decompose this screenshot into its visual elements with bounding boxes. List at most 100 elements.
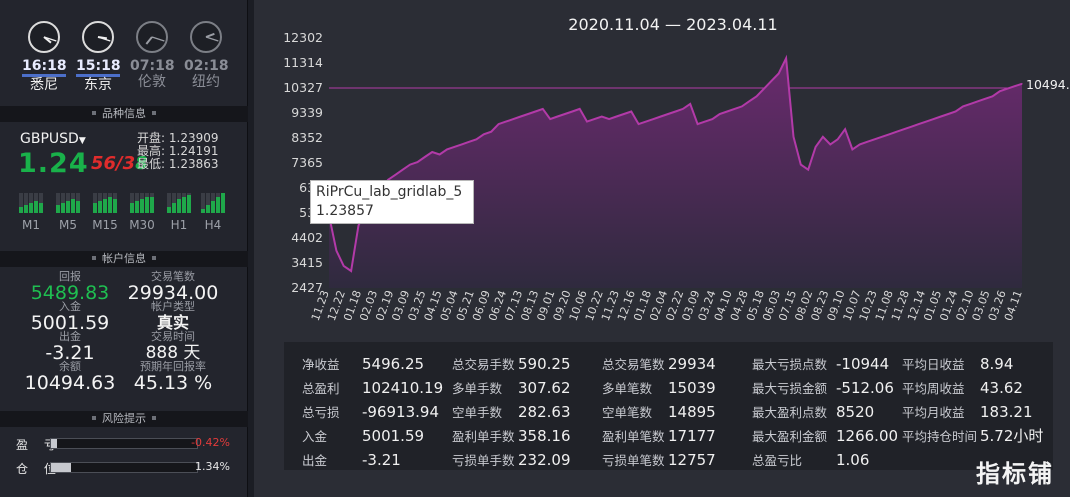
timeframe-h1[interactable]: H1 bbox=[166, 191, 192, 232]
risk-position: 仓 位 1.34% bbox=[16, 460, 230, 476]
equity-point bbox=[652, 118, 654, 120]
stats-row: 总交易手数 590.25 bbox=[452, 352, 571, 376]
equity-point bbox=[785, 57, 787, 59]
timeframe-strength: M1 M5 M15 M30 H1 H4 bbox=[18, 191, 228, 233]
stats-value: 232.09 bbox=[518, 451, 571, 469]
strength-bar bbox=[113, 199, 117, 213]
equity-point bbox=[851, 148, 854, 151]
timeframe-m15[interactable]: M15 bbox=[92, 191, 118, 232]
equity-point bbox=[402, 169, 404, 171]
strength-bar bbox=[39, 203, 43, 213]
timeframe-m1[interactable]: M1 bbox=[18, 191, 44, 232]
stats-value: -512.06 bbox=[836, 379, 894, 397]
equity-point bbox=[682, 108, 684, 110]
stats-value: -96913.94 bbox=[362, 403, 439, 421]
equity-point bbox=[881, 136, 883, 138]
equity-point bbox=[438, 153, 441, 156]
section-header-risk: 风险提示 bbox=[0, 411, 248, 427]
equity-point bbox=[704, 120, 706, 123]
stats-row: 出金 -3.21 bbox=[302, 448, 443, 472]
equity-point bbox=[601, 115, 603, 118]
equity-point bbox=[549, 118, 551, 120]
timeframe-m5[interactable]: M5 bbox=[55, 191, 81, 232]
stats-label: 平均持仓时间 bbox=[902, 429, 978, 444]
y-tick-label: 4402 bbox=[291, 230, 323, 245]
account-withdraw: 出金 -3.21 bbox=[45, 330, 95, 364]
risk-position-bar bbox=[50, 462, 198, 473]
stats-row: 多单笔数 15039 bbox=[602, 376, 716, 400]
stats-label: 出金 bbox=[302, 453, 328, 468]
equity-point bbox=[969, 103, 971, 105]
stats-row: 亏损单笔数 12757 bbox=[602, 448, 716, 472]
stats-value: 12757 bbox=[668, 451, 716, 469]
stats-value: 102410.19 bbox=[362, 379, 444, 397]
clock-sydney: 16:18 悉尼 bbox=[22, 20, 67, 93]
equity-panel: 2020.11.04 — 2023.04.11 12302 11314 10327 9… bbox=[254, 0, 1070, 497]
clock-newyork: 02:18 纽约 bbox=[184, 20, 229, 90]
equity-point bbox=[829, 143, 831, 145]
timeframe-h4[interactable]: H4 bbox=[200, 191, 226, 232]
strength-bar bbox=[98, 201, 102, 213]
clock-icon bbox=[136, 21, 168, 53]
account-trade-time: 交易时间 888 天 bbox=[145, 330, 201, 364]
stats-row: 平均日收益 8.94 bbox=[902, 352, 1043, 376]
clock-time: 16:18 bbox=[22, 59, 67, 77]
left-panel: 16:18 悉尼 15:18 东京 07:18 伦敦 02:18 纽约 品种信息… bbox=[0, 0, 248, 497]
strength-bar bbox=[140, 199, 144, 213]
y-tick-label: 3415 bbox=[291, 255, 323, 270]
stats-label: 多单手数 bbox=[452, 381, 503, 396]
stats-row: 入金 5001.59 bbox=[302, 424, 443, 448]
clock-city: 悉尼 bbox=[30, 77, 58, 93]
stats-label: 总交易手数 bbox=[452, 357, 515, 372]
strength-bar bbox=[135, 201, 139, 213]
risk-profit-loss: 盈 亏 -0.42% bbox=[16, 436, 230, 452]
strength-bar bbox=[19, 207, 23, 213]
equity-point bbox=[357, 224, 360, 226]
stats-row: 空单手数 282.63 bbox=[452, 400, 571, 424]
symbol-selector[interactable]: GBPUSD▼ bbox=[20, 131, 86, 147]
equity-point bbox=[711, 118, 713, 120]
timeframe-m30[interactable]: M30 bbox=[129, 191, 155, 232]
stats-value: -10944 bbox=[836, 355, 890, 373]
strength-bar bbox=[187, 195, 191, 213]
equity-point bbox=[630, 110, 632, 113]
y-tick-label: 11314 bbox=[283, 55, 323, 70]
equity-point bbox=[335, 250, 337, 252]
equity-point bbox=[564, 113, 566, 115]
stats-label: 空单手数 bbox=[452, 405, 503, 420]
account-balance: 余额 10494.63 bbox=[24, 360, 116, 394]
equity-point bbox=[505, 120, 507, 123]
signal-bars-icon bbox=[201, 193, 225, 213]
stats-value: 14895 bbox=[668, 403, 716, 421]
equity-point bbox=[586, 120, 588, 123]
stats-label: 最大亏损点数 bbox=[752, 357, 828, 372]
strength-bar bbox=[66, 201, 70, 213]
equity-point bbox=[660, 115, 662, 118]
stats-label: 总亏损 bbox=[302, 405, 340, 420]
equity-point bbox=[910, 126, 913, 128]
stats-row: 多单手数 307.62 bbox=[452, 376, 571, 400]
clock-icon bbox=[190, 21, 222, 53]
strength-bar bbox=[216, 197, 220, 213]
clock-time: 02:18 bbox=[184, 58, 229, 74]
stats-value: 282.63 bbox=[518, 403, 571, 421]
stats-value: 1.06 bbox=[836, 451, 870, 469]
stats-value: 8520 bbox=[836, 403, 875, 421]
strength-bar bbox=[61, 203, 65, 213]
signal-bars-icon bbox=[130, 193, 154, 213]
equity-area bbox=[329, 58, 1022, 288]
risk-profit-bar bbox=[50, 438, 198, 449]
stats-value: 307.62 bbox=[518, 379, 571, 397]
equity-chart[interactable]: 1230211314103279339835273656375394402341… bbox=[254, 0, 1070, 340]
equity-point bbox=[512, 118, 514, 120]
stats-value: -3.21 bbox=[362, 451, 401, 469]
clock-city: 东京 bbox=[84, 77, 112, 93]
strength-bar bbox=[167, 207, 171, 213]
equity-point bbox=[409, 164, 411, 166]
equity-point bbox=[689, 103, 691, 105]
stats-label: 平均月收益 bbox=[902, 405, 965, 420]
strength-bar bbox=[71, 199, 75, 213]
section-header-product: 品种信息 bbox=[0, 106, 248, 122]
equity-point bbox=[475, 138, 478, 140]
equity-point bbox=[726, 110, 728, 113]
